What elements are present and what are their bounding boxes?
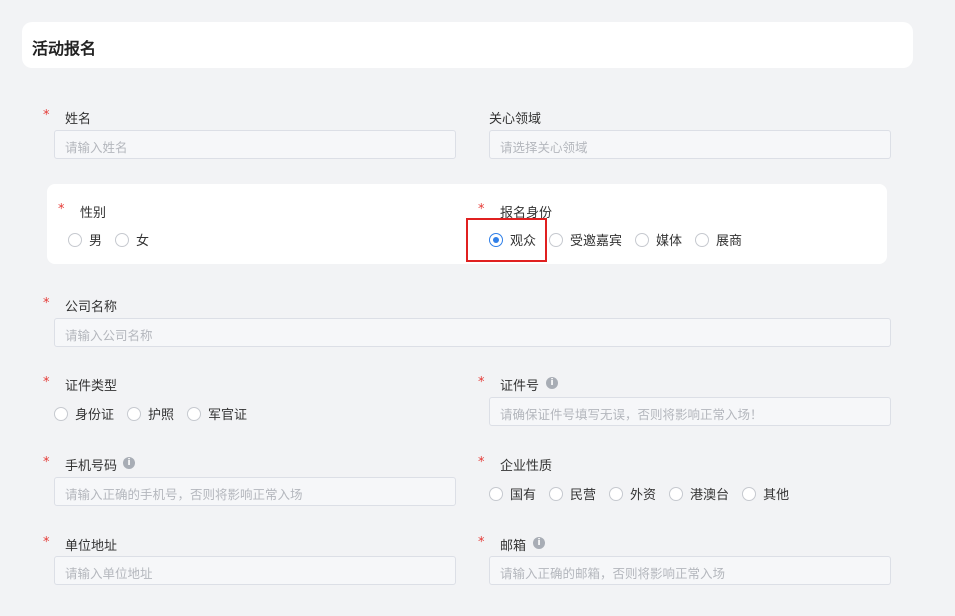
enterprise-option-state[interactable]: 国有 (489, 484, 536, 503)
name-input[interactable]: 请输入姓名 (54, 130, 456, 159)
required-mark: * (478, 455, 485, 470)
id-type-label: 证件类型 (65, 379, 118, 394)
id-number-input[interactable]: 请确保证件号填写无误，否则将影响正常入场！ (489, 397, 891, 426)
radio-circle[interactable] (115, 232, 130, 247)
radio-label: 港澳台 (690, 488, 730, 503)
radio-label: 民营 (570, 488, 597, 503)
highlight-box (466, 218, 547, 262)
id-type-option-passport[interactable]: 护照 (127, 404, 174, 423)
identity-option-guest[interactable]: 受邀嘉宾 (549, 230, 622, 249)
company-label: 公司名称 (65, 300, 118, 315)
enterprise-option-other[interactable]: 其他 (742, 484, 789, 503)
id-number-label: 证件号 (500, 379, 540, 394)
required-mark: * (478, 375, 485, 390)
radio-circle[interactable] (695, 232, 710, 247)
page-title: 活动报名 (32, 39, 97, 58)
radio-circle[interactable] (549, 232, 564, 247)
enterprise-option-private[interactable]: 民营 (549, 484, 596, 503)
radio-circle[interactable] (549, 486, 564, 501)
radio-label: 身份证 (75, 408, 115, 423)
radio-label: 媒体 (656, 234, 683, 249)
radio-label: 男 (89, 234, 103, 249)
enterprise-option-hmt[interactable]: 港澳台 (669, 484, 729, 503)
radio-label: 护照 (148, 408, 175, 423)
phone-label: 手机号码 (65, 459, 118, 474)
radio-circle[interactable] (669, 486, 684, 501)
name-placeholder: 请输入姓名 (65, 140, 128, 155)
gender-option-male[interactable]: 男 (68, 230, 102, 249)
email-input[interactable]: 请输入正确的邮箱，否则将影响正常入场 (489, 556, 891, 585)
phone-placeholder: 请输入正确的手机号，否则将影响正常入场 (65, 487, 303, 502)
email-placeholder: 请输入正确的邮箱，否则将影响正常入场 (500, 566, 726, 581)
enterprise-label: 企业性质 (500, 459, 553, 474)
enterprise-radio-group: 国有 民营 外资 港澳台 其他 (489, 484, 802, 503)
company-placeholder: 请输入公司名称 (65, 328, 153, 343)
radio-label: 外资 (630, 488, 657, 503)
required-mark: * (478, 202, 485, 217)
address-placeholder: 请输入单位地址 (65, 566, 153, 581)
interest-label: 关心领域 (489, 112, 542, 127)
phone-input[interactable]: 请输入正确的手机号，否则将影响正常入场 (54, 477, 456, 506)
address-label: 单位地址 (65, 539, 118, 554)
company-input[interactable]: 请输入公司名称 (54, 318, 891, 347)
info-icon[interactable]: i (546, 377, 558, 389)
gender-option-female[interactable]: 女 (115, 230, 149, 249)
required-mark: * (43, 108, 50, 123)
radio-circle[interactable] (489, 486, 503, 501)
interest-placeholder: 请选择关心领域 (500, 140, 588, 155)
required-mark: * (43, 455, 50, 470)
radio-circle[interactable] (127, 406, 142, 421)
info-icon[interactable]: i (123, 457, 135, 469)
id-type-option-officer[interactable]: 军官证 (187, 404, 247, 423)
radio-circle[interactable] (187, 406, 202, 421)
radio-circle[interactable] (54, 406, 68, 421)
radio-circle[interactable] (68, 232, 82, 247)
gender-label: 性别 (80, 206, 107, 221)
required-mark: * (58, 202, 65, 217)
id-type-radio-group: 身份证 护照 军官证 (54, 404, 260, 423)
identity-option-media[interactable]: 媒体 (635, 230, 682, 249)
radio-label: 女 (136, 234, 150, 249)
radio-label: 展商 (716, 234, 743, 249)
required-mark: * (43, 375, 50, 390)
id-number-placeholder: 请确保证件号填写无误，否则将影响正常入场！ (500, 407, 763, 422)
required-mark: * (478, 535, 485, 550)
radio-circle[interactable] (635, 232, 650, 247)
radio-label: 国有 (510, 488, 537, 503)
radio-label: 军官证 (208, 408, 248, 423)
identity-option-exhibitor[interactable]: 展商 (695, 230, 742, 249)
address-input[interactable]: 请输入单位地址 (54, 556, 456, 585)
email-label: 邮箱 (500, 539, 527, 554)
radio-label: 受邀嘉宾 (570, 234, 623, 249)
radio-circle[interactable] (742, 486, 757, 501)
header-card: 活动报名 (22, 22, 913, 68)
id-type-option-idcard[interactable]: 身份证 (54, 404, 114, 423)
required-mark: * (43, 535, 50, 550)
info-icon[interactable]: i (533, 537, 545, 549)
required-mark: * (43, 296, 50, 311)
enterprise-option-foreign[interactable]: 外资 (609, 484, 656, 503)
name-label: 姓名 (65, 112, 92, 127)
interest-select[interactable]: 请选择关心领域 (489, 130, 891, 159)
radio-label: 其他 (763, 488, 790, 503)
radio-circle[interactable] (609, 486, 624, 501)
gender-radio-group: 男 女 (68, 230, 162, 249)
